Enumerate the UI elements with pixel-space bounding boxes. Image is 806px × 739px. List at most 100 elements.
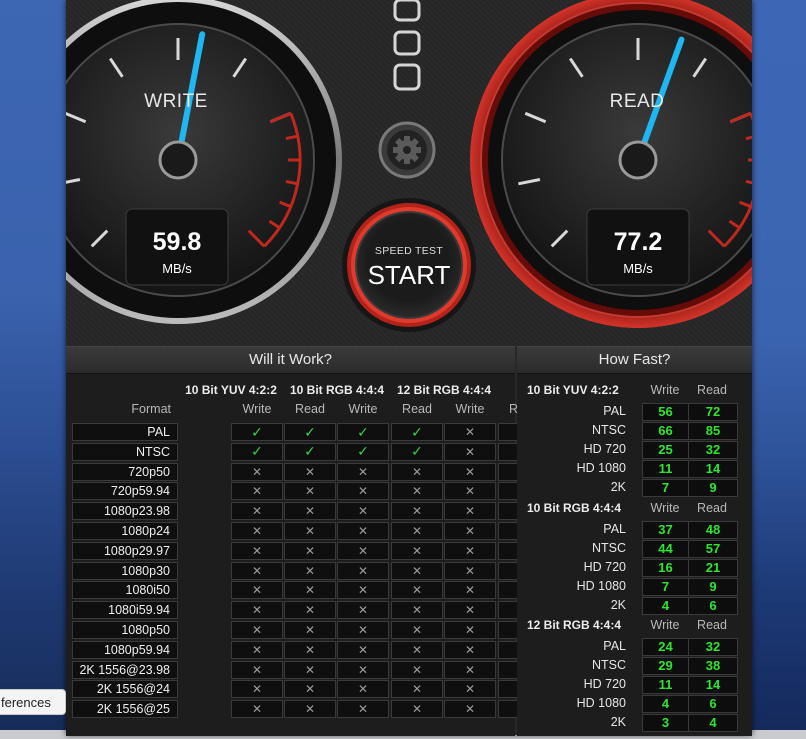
hf-row-label: 2K	[610, 715, 626, 729]
cross-icon: ✕	[464, 563, 476, 578]
cross-icon: ✕	[411, 563, 423, 578]
checkmark-icon: ✓	[251, 423, 263, 440]
wiw-row-label: 1080p24	[121, 524, 170, 538]
wiw-row-label: 1080p29.97	[103, 543, 170, 558]
wiw-format-header: Format	[131, 402, 171, 416]
wiw-sub-header-0: Write	[242, 402, 272, 416]
hf-group-header-1: 10 Bit RGB 4:4:4	[527, 501, 622, 515]
cross-icon: ✕	[357, 504, 369, 519]
wiw-cell: ✕	[284, 640, 336, 659]
hf-write-value: 25	[642, 441, 689, 459]
cross-icon: ✕	[464, 425, 476, 439]
hf-write-value: 11	[642, 676, 689, 694]
hf-read-value: 32	[688, 441, 738, 459]
cross-icon: ✕	[304, 464, 316, 479]
hf-row-label: 2K	[610, 598, 626, 612]
wiw-cell: ✓	[231, 442, 283, 461]
wiw-cell: ✕	[337, 541, 389, 560]
hf-write-value: 24	[642, 638, 689, 656]
cross-icon: ✕	[357, 623, 369, 637]
wiw-cell: ✕	[284, 522, 336, 540]
wiw-cell: ✕	[444, 640, 496, 659]
hf-write-value: 16	[642, 559, 689, 577]
checkmark-icon: ✓	[411, 443, 423, 460]
wiw-sub-header-2: Write	[348, 402, 378, 416]
wiw-cell: ✕	[444, 581, 496, 600]
wiw-cell: ✕	[231, 561, 283, 580]
wiw-cell: ✕	[231, 601, 283, 620]
how-fast-panel: How Fast? 10 Bit YUV 4:2:2 Write Read PAL 56…	[517, 346, 752, 736]
cross-icon: ✕	[251, 504, 263, 519]
wiw-row-label: PAL	[147, 425, 170, 439]
wiw-cell: ✕	[391, 700, 443, 719]
hf-row-label: PAL	[603, 639, 626, 653]
hf-write-header: Write	[650, 383, 680, 397]
cross-icon: ✕	[251, 484, 263, 499]
hf-row-label: HD 720	[583, 560, 626, 574]
wiw-cell: ✕	[444, 423, 496, 441]
hf-row-label: NTSC	[591, 423, 626, 437]
hf-row-label: NTSC	[591, 541, 626, 555]
wiw-cell: ✓	[391, 423, 443, 441]
wiw-cell: ✕	[391, 462, 443, 481]
cross-icon: ✕	[357, 642, 369, 657]
wiw-cell: ✕	[284, 621, 336, 639]
wiw-cell: ✕	[444, 462, 496, 481]
hf-write-header: Write	[650, 501, 680, 515]
cross-icon: ✕	[251, 642, 263, 657]
wiw-cell: ✕	[444, 502, 496, 521]
wiw-cell: ✕	[231, 680, 283, 699]
wiw-cell: ✕	[444, 541, 496, 560]
window-controls[interactable]	[393, 0, 421, 91]
hf-read-header: Read	[697, 501, 727, 515]
cross-icon: ✕	[357, 583, 369, 598]
wiw-cell: ✕	[444, 482, 496, 501]
hf-read-value: 72	[688, 403, 738, 421]
start-button-caption[interactable]: SPEED TEST	[362, 245, 456, 257]
settings-button[interactable]	[378, 121, 436, 179]
cross-icon: ✕	[464, 504, 476, 519]
wiw-cell: ✕	[284, 601, 336, 620]
cross-icon: ✕	[357, 524, 369, 538]
hf-read-value: 48	[688, 521, 738, 539]
wiw-cell: ✕	[444, 680, 496, 699]
wiw-group-header-0: 10 Bit YUV 4:2:2	[185, 383, 277, 397]
cross-icon: ✕	[357, 662, 369, 677]
hf-read-value: 6	[688, 695, 738, 713]
desktop-background-right	[752, 0, 806, 739]
cross-icon: ✕	[304, 623, 316, 637]
hf-read-value: 21	[688, 559, 738, 577]
hf-read-value: 14	[688, 676, 738, 694]
wiw-cell: ✕	[231, 640, 283, 659]
cross-icon: ✕	[464, 543, 476, 558]
wiw-cell: ✕	[337, 482, 389, 501]
wiw-cell: ✕	[444, 522, 496, 540]
wiw-group-header-2: 12 Bit RGB 4:4:4	[396, 383, 492, 397]
preferences-button[interactable]: ferences	[0, 689, 66, 715]
wiw-cell: ✕	[337, 502, 389, 521]
start-button-label[interactable]: START	[362, 260, 456, 291]
cross-icon: ✕	[357, 484, 369, 499]
cross-icon: ✕	[357, 563, 369, 578]
gauges-area	[66, 0, 752, 332]
wiw-cell: ✕	[337, 581, 389, 600]
wiw-cell: ✕	[284, 502, 336, 521]
cross-icon: ✕	[251, 543, 263, 558]
cross-icon: ✕	[411, 682, 423, 697]
wiw-cell: ✕	[231, 541, 283, 560]
cross-icon: ✕	[251, 464, 263, 479]
wiw-row-label: 1080i59.94	[108, 603, 170, 618]
wiw-cell: ✕	[284, 462, 336, 481]
cross-icon: ✕	[411, 623, 423, 637]
cross-icon: ✕	[304, 662, 316, 677]
checkmark-icon: ✓	[357, 443, 369, 460]
hf-read-value: 85	[688, 422, 738, 440]
cross-icon: ✕	[464, 583, 476, 598]
wiw-row-label: 2K 1556@25	[96, 702, 170, 717]
hf-write-value: 37	[642, 521, 689, 539]
wiw-cell: ✕	[337, 462, 389, 481]
cross-icon: ✕	[411, 583, 423, 598]
hf-row-label: HD 720	[583, 442, 626, 456]
how-fast-title: How Fast?	[517, 347, 752, 374]
hf-row-label: HD 1080	[576, 696, 626, 710]
